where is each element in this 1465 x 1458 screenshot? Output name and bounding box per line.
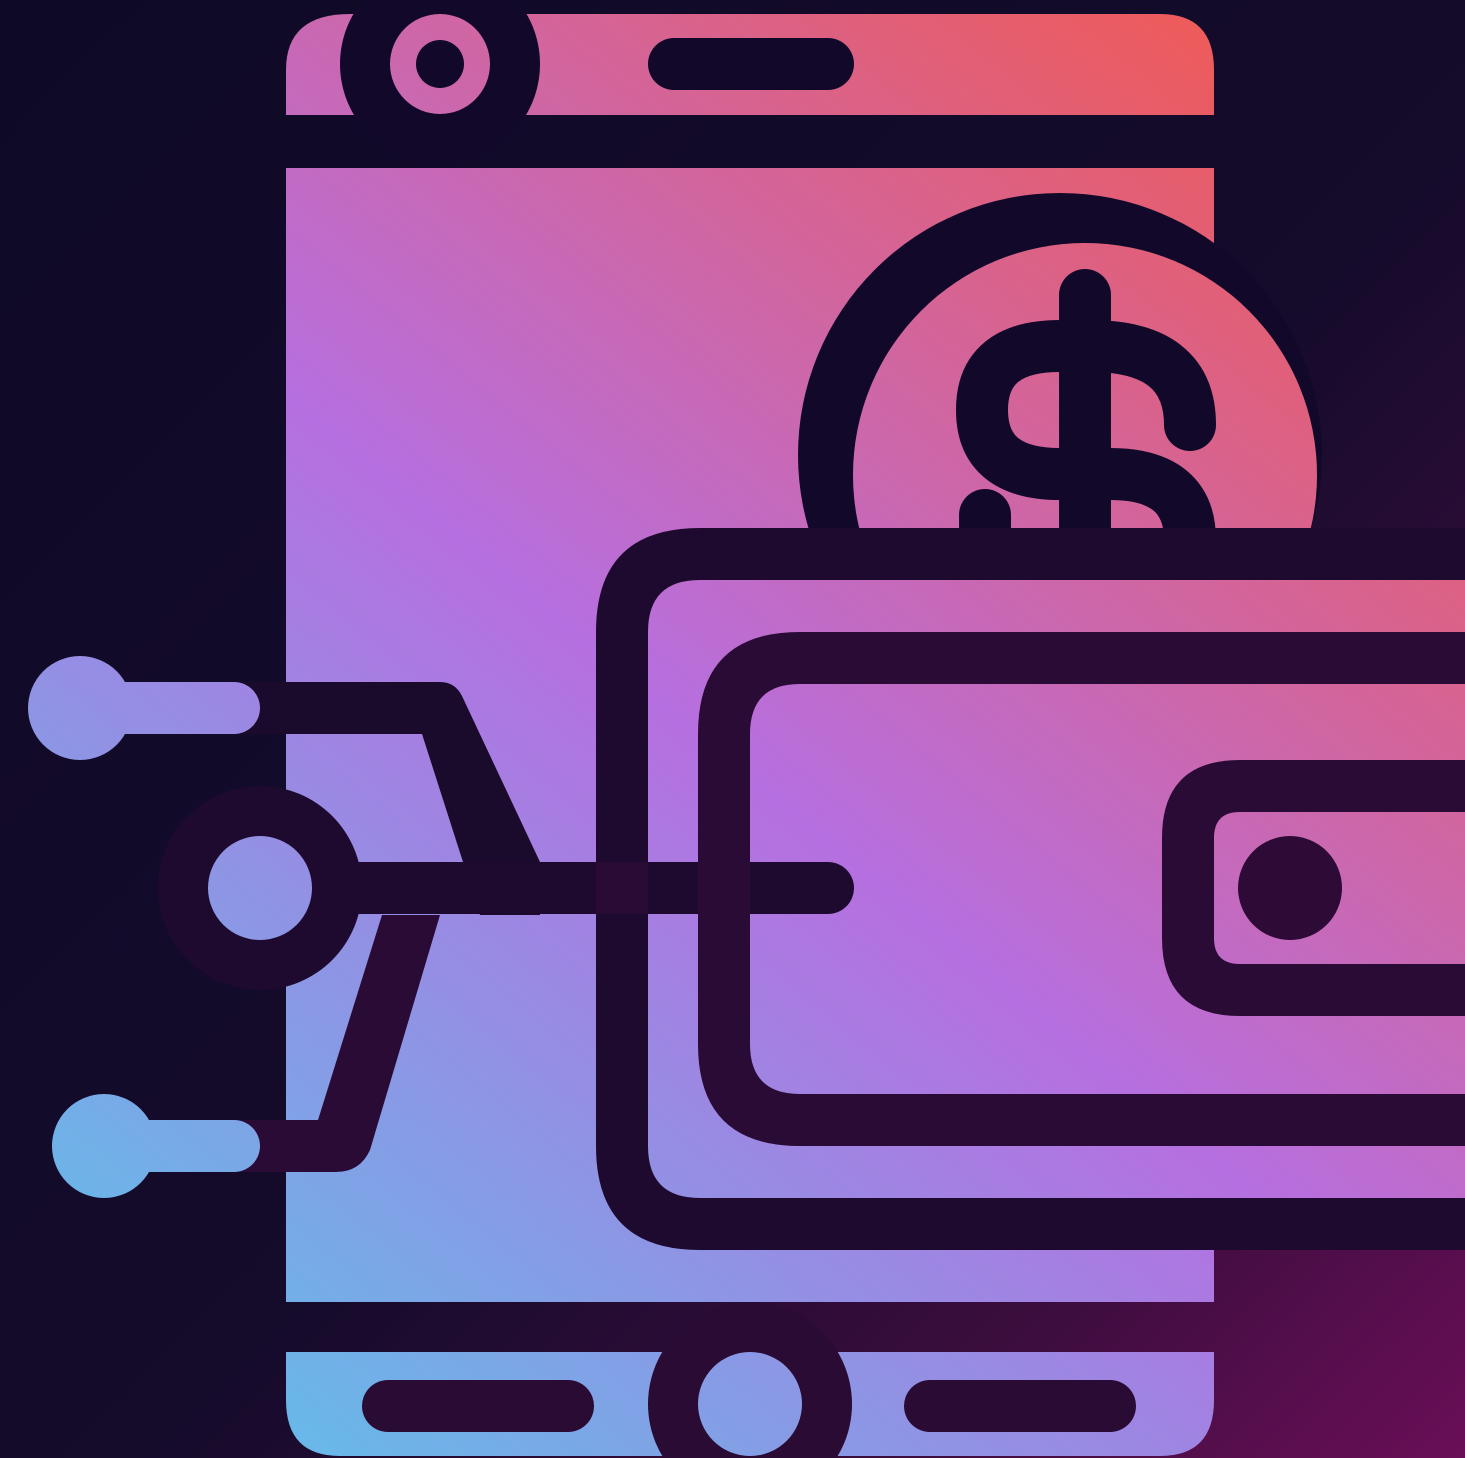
digital-wallet-illustration xyxy=(0,0,1465,1458)
circuit-bus xyxy=(310,862,854,914)
circuit-bus-gap-left xyxy=(596,862,648,914)
bottom-slot-right xyxy=(904,1380,1136,1432)
home-button xyxy=(698,1352,802,1456)
circuit-pin-middle-node xyxy=(208,836,312,940)
wallet-clasp-button xyxy=(1238,836,1342,940)
circuit-pin-bottom-node xyxy=(52,1094,156,1198)
speaker-slot xyxy=(648,38,854,90)
bottom-slot-left xyxy=(362,1380,594,1432)
circuit-bus-gap-right xyxy=(698,862,750,914)
circuit-pin-top-node xyxy=(28,656,132,760)
camera-dot xyxy=(416,40,464,88)
